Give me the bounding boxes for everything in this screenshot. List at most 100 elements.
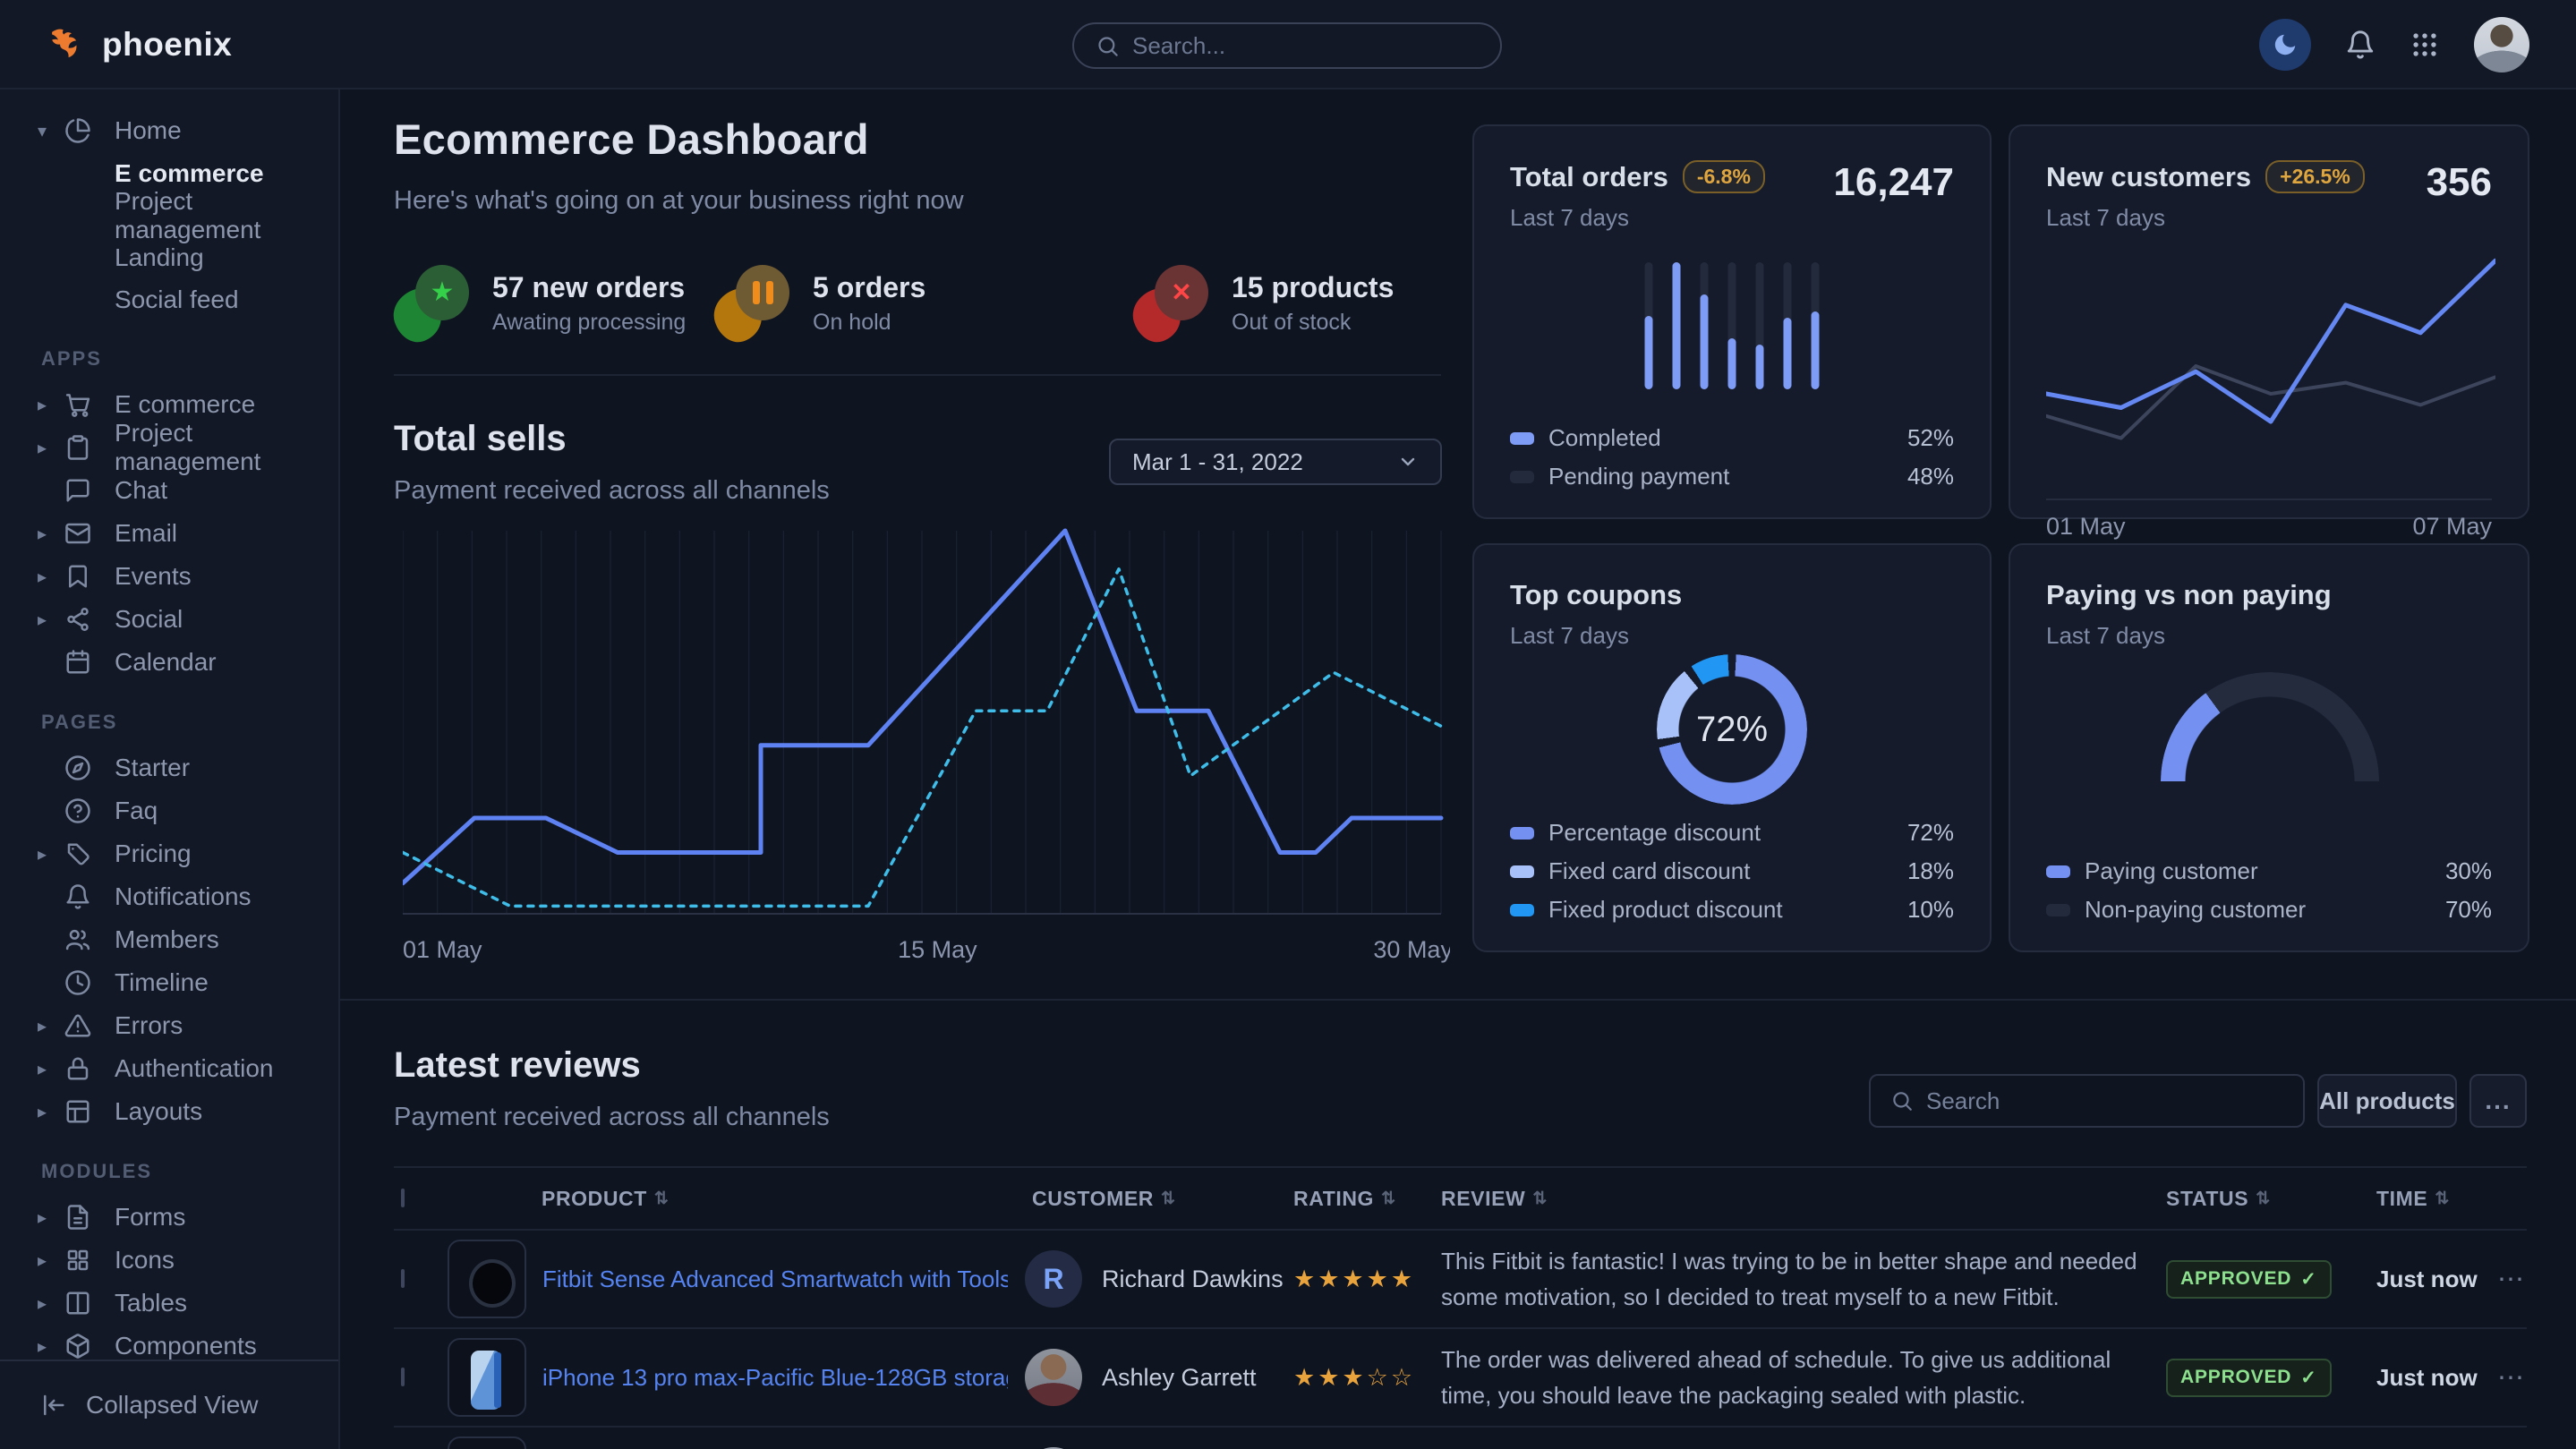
global-search-input[interactable] [1132,32,1479,60]
sidebar-item-forms[interactable]: ▸Forms [0,1196,338,1239]
bar-track-5 [1756,262,1764,389]
notifications-button[interactable] [2345,30,2376,60]
sidebar-item-icons[interactable]: ▸Icons [0,1239,338,1282]
sidebar-item-events[interactable]: ▸Events [0,555,338,598]
sidebar-subitem-social-feed[interactable]: Social feed [0,278,338,320]
product-link[interactable]: iPhone 13 pro max-Pacific Blue-128GB sto… [542,1364,1008,1392]
caret-icon: ▸ [38,523,64,545]
lock-icon [64,1055,91,1082]
sidebar-item-project-management[interactable]: ▸Project management [0,426,338,469]
global-search[interactable] [1072,22,1502,69]
column-label: RATING [1293,1187,1374,1211]
caret-icon: ▸ [38,1206,64,1229]
paying-card: Paying vs non paying Last 7 days Paying … [2009,543,2529,952]
sidebar-item-home[interactable]: ▾Home [0,109,338,152]
rating-stars: ★★★☆☆ [1293,1364,1441,1392]
stat-15-products: ✕15 productsOut of stock [1133,265,1454,342]
collapsed-view-toggle[interactable]: Collapsed View [0,1360,338,1449]
sidebar-item-calendar[interactable]: Calendar [0,641,338,684]
sidebar-item-timeline[interactable]: Timeline [0,961,338,1004]
column-header-status[interactable]: STATUS⇅ [2166,1187,2376,1211]
layout-icon [64,1098,91,1125]
legend-value: 30% [2445,857,2492,885]
sidebar-item-label: Calendar [115,648,217,677]
sidebar-item-pricing[interactable]: ▸Pricing [0,832,338,875]
sidebar-subitem-project-management[interactable]: Project management [0,194,338,236]
pause-icon [753,281,773,304]
row-checkbox[interactable] [401,1368,405,1386]
sidebar-item-tables[interactable]: ▸Tables [0,1282,338,1325]
column-header-review[interactable]: REVIEW⇅ [1441,1187,2166,1211]
stat-text: 57 new ordersAwating processing [492,271,686,336]
row-checkbox-cell [394,1271,448,1287]
reviews-search[interactable] [1869,1074,2305,1128]
caret-icon: ▸ [38,394,64,416]
sidebar-item-social[interactable]: ▸Social [0,598,338,641]
reviews-more-button[interactable]: ... [2469,1074,2527,1128]
sidebar-item-faq[interactable]: Faq [0,789,338,832]
search-icon [1096,34,1120,58]
user-avatar[interactable] [2474,17,2529,72]
theme-toggle-button[interactable] [2259,19,2311,71]
legend-swatch [2046,904,2070,916]
stat-icon-circle: ★ [415,265,469,320]
table-header-row: PRODUCT⇅CUSTOMER⇅RATING⇅REVIEW⇅STATUS⇅TI… [394,1166,2527,1231]
sidebar-item-label: E commerce [115,390,255,419]
brand-name: phoenix [102,26,232,64]
row-more-button[interactable]: ⋯ [2497,1362,2531,1394]
stat-icon-circle: ✕ [1155,265,1208,320]
sort-icon: ⇅ [1161,1189,1176,1209]
bar-fill [1812,311,1820,389]
card-period: Last 7 days [1510,204,1765,232]
select-all-checkbox[interactable] [401,1189,405,1207]
clock-icon [64,969,91,996]
latest-reviews-subtitle: Payment received across all channels [394,1103,830,1132]
sidebar-nav: ▾HomeE commerceProject managementLanding… [0,89,338,1368]
customer-cell: RRichard Dawkins [1025,1250,1293,1308]
orders-legend: Completed52%Pending payment48% [1510,424,1954,490]
legend-item-fixed-card-discount: Fixed card discount18% [1510,857,1954,885]
sidebar-item-layouts[interactable]: ▸Layouts [0,1090,338,1133]
customer-name: Richard Dawkins [1102,1266,1284,1293]
column-header-rating[interactable]: RATING⇅ [1293,1187,1441,1211]
sidebar-item-authentication[interactable]: ▸Authentication [0,1047,338,1090]
share-icon [64,606,91,633]
page-subtitle: Here's what's going on at your business … [394,186,964,216]
stat-value: 5 orders [813,271,925,304]
legend-label: Completed [1548,424,1661,452]
product-link[interactable]: Fitbit Sense Advanced Smartwatch with To… [542,1266,1008,1293]
legend-value: 48% [1907,463,1954,490]
sidebar-item-email[interactable]: ▸Email [0,512,338,555]
brand-logo[interactable]: phoenix [47,0,232,89]
sidebar-item-members[interactable]: Members [0,918,338,961]
customer-name: Ashley Garrett [1102,1364,1257,1392]
column-header-product[interactable]: PRODUCT⇅ [448,1187,1025,1211]
sidebar-item-errors[interactable]: ▸Errors [0,1004,338,1047]
legend-value: 72% [1907,819,1954,847]
total-orders-value: 16,247 [1833,160,1954,205]
coupons-legend: Percentage discount72%Fixed card discoun… [1510,819,1954,924]
product-thumbnail [448,1436,526,1449]
moon-icon [2272,31,2299,58]
caret-icon: ▸ [38,609,64,631]
row-checkbox[interactable] [401,1269,405,1288]
all-products-button[interactable]: All products [2317,1074,2457,1128]
sidebar-item-notifications[interactable]: Notifications [0,875,338,918]
axis-label-end: 07 May [2412,513,2492,541]
row-more-button[interactable]: ⋯ [2497,1264,2531,1295]
bar-track-2 [1673,262,1681,389]
date-range-select[interactable]: Mar 1 - 31, 2022 [1109,439,1442,485]
column-header-time[interactable]: TIME⇅ [2376,1187,2497,1211]
sidebar-item-starter[interactable]: Starter [0,746,338,789]
legend-label: Paying customer [2085,857,2258,885]
tag-icon [64,840,91,867]
reviews-search-input[interactable] [1926,1087,2283,1115]
card-title: Top coupons [1510,579,1954,611]
apps-grid-button[interactable] [2410,30,2440,60]
search-icon [1890,1089,1914,1112]
column-header-customer[interactable]: CUSTOMER⇅ [1025,1187,1293,1211]
bar-fill [1728,338,1736,389]
total-sells-chart: 01 May15 May30 May [403,517,1450,974]
bar-fill [1673,262,1681,389]
header-checkbox-cell [394,1190,448,1206]
